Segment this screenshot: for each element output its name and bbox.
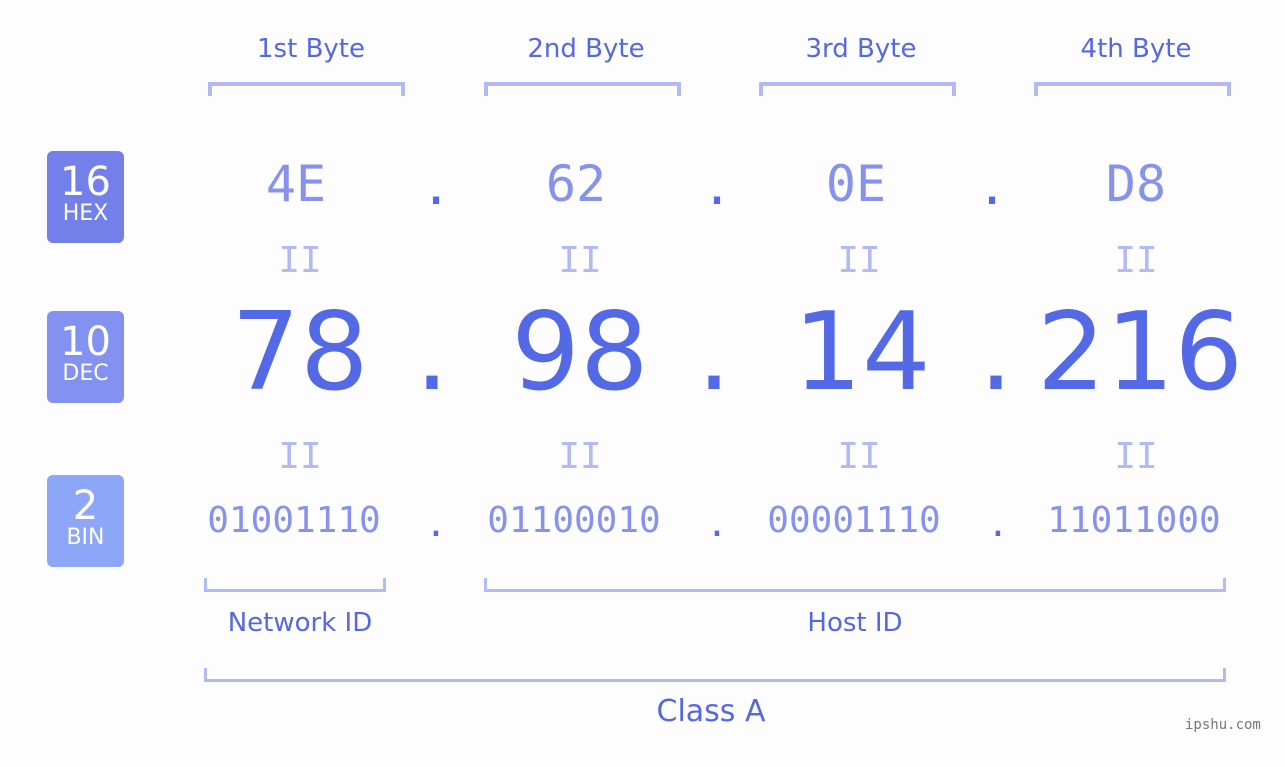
equals-hex-dec-4: II — [1114, 240, 1158, 281]
dec-octet-3: 14 — [793, 290, 931, 415]
byte-header-4: 4th Byte — [1080, 34, 1192, 64]
hex-octet-1: 4E — [265, 155, 327, 213]
class-bracket — [204, 668, 1226, 682]
hex-badge-label: HEX — [62, 201, 109, 226]
bin-badge: 2 BIN — [47, 475, 124, 567]
host-id-label: Host ID — [807, 608, 903, 638]
bin-octet-1: 01001110 — [207, 500, 381, 541]
byte-bracket-3 — [759, 82, 956, 96]
equals-dec-bin-2: II — [558, 436, 602, 477]
network-id-label: Network ID — [227, 608, 373, 638]
dec-badge: 10 DEC — [47, 311, 124, 403]
bin-badge-number: 2 — [72, 483, 99, 529]
byte-bracket-4 — [1034, 82, 1231, 96]
watermark: ipshu.com — [1185, 717, 1261, 733]
bin-octet-3: 00001110 — [767, 500, 941, 541]
dec-octet-2: 98 — [511, 290, 649, 415]
hex-octet-2: 62 — [545, 155, 607, 213]
bin-badge-label: BIN — [66, 525, 105, 550]
dec-octet-4: 216 — [1036, 290, 1244, 415]
byte-bracket-1 — [208, 82, 405, 96]
equals-dec-bin-3: II — [837, 436, 881, 477]
bin-octet-4: 11011000 — [1047, 500, 1221, 541]
equals-hex-dec-3: II — [837, 240, 881, 281]
host-id-bracket — [484, 578, 1226, 592]
dec-badge-label: DEC — [62, 361, 109, 386]
dec-badge-number: 10 — [60, 319, 111, 365]
equals-dec-bin-4: II — [1114, 436, 1158, 477]
equals-dec-bin-1: II — [278, 436, 322, 477]
byte-header-3: 3rd Byte — [805, 34, 917, 64]
byte-header-2: 2nd Byte — [527, 34, 645, 64]
hex-octet-4: D8 — [1105, 155, 1167, 213]
byte-bracket-2 — [484, 82, 681, 96]
bin-octet-2: 01100010 — [487, 500, 661, 541]
hex-badge: 16 HEX — [47, 151, 124, 243]
equals-hex-dec-1: II — [278, 240, 322, 281]
class-label: Class A — [656, 694, 766, 729]
network-id-bracket — [204, 578, 386, 592]
hex-badge-number: 16 — [60, 159, 111, 205]
dec-octet-1: 78 — [231, 290, 369, 415]
byte-header-1: 1st Byte — [257, 34, 365, 64]
hex-octet-3: 0E — [825, 155, 887, 213]
equals-hex-dec-2: II — [558, 240, 602, 281]
